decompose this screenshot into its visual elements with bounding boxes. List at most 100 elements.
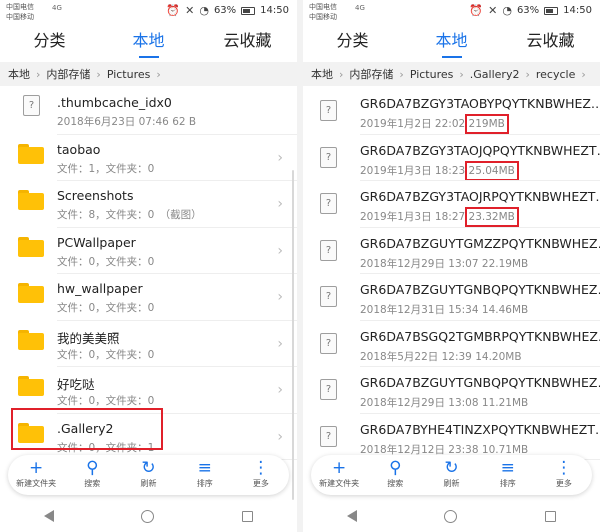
folder-icon	[18, 190, 44, 210]
file-row[interactable]: ? GR6DA7BYHE4TINZXPQYTKNBWHEZT… 2018年12月12…	[303, 414, 600, 460]
network-indicator: 4G	[52, 4, 62, 12]
sort-button[interactable]: ≡ 排序	[177, 455, 233, 495]
refresh-button[interactable]: ↻ 刷新	[120, 455, 176, 495]
battery-percent: 63%	[516, 5, 540, 16]
item-date: 2019年1月3日 18:27	[360, 211, 469, 223]
tab-local[interactable]: 本地	[402, 24, 501, 58]
tab-cloud[interactable]: 云收藏	[501, 24, 600, 58]
breadcrumb-item[interactable]: .Gallery2	[470, 68, 520, 81]
more-button[interactable]: ⋮ 更多	[536, 455, 592, 495]
item-size-highlighted: 219MB	[464, 114, 509, 134]
folder-row[interactable]: 好吃哒 文件：0，文件夹：0 ›	[0, 367, 297, 414]
item-meta: 2018年5月22日 12:39 14.20MB	[360, 349, 522, 364]
sort-icon: ≡	[500, 458, 515, 478]
tab-cloud[interactable]: 云收藏	[198, 24, 297, 58]
file-row[interactable]: ? GR6DA7BZGUYTGMZZPQYTKNBWHEZ… 2018年12月29日…	[303, 228, 600, 274]
file-row[interactable]: ? .thumbcache_idx0 2018年6月23日 07:46 62 B	[0, 88, 297, 135]
alarm-icon: ⏰	[469, 4, 484, 17]
file-row[interactable]: ? GR6DA7BZGY3TAOJRPQYTKNBWHEZT… 2019年1月3日 …	[303, 181, 600, 228]
item-size: 11.21MB	[481, 397, 529, 409]
tab-category[interactable]: 分类	[303, 24, 402, 58]
breadcrumb-item[interactable]: Pictures	[410, 68, 454, 81]
carrier-1: 中国电信	[309, 3, 337, 11]
chevron-right-icon: ›	[277, 428, 283, 445]
item-name: GR6DA7BSGQ2TGMBRPQYTKNBWHEZ…	[360, 328, 600, 344]
item-meta: 2018年6月23日 07:46 62 B	[57, 116, 197, 128]
carrier-2: 中国移动	[6, 13, 34, 21]
more-button[interactable]: ⋮ 更多	[233, 455, 289, 495]
item-date: 2018年12月29日 13:08	[360, 397, 482, 409]
file-row[interactable]: ? GR6DA7BZGY3TAOBYPQYTKNBWHEZ… 2019年1月2日 2…	[303, 88, 600, 135]
breadcrumb-item[interactable]: Pictures	[107, 68, 151, 81]
file-row[interactable]: ? GR6DA7BZGUYTGNBQPQYTKNBWHEZ… 2018年12月29日…	[303, 367, 600, 414]
item-meta: 文件：0，文件夹：0	[57, 255, 155, 268]
refresh-button[interactable]: ↻ 刷新	[423, 455, 479, 495]
tab-category[interactable]: 分类	[0, 24, 99, 58]
folder-row[interactable]: PCWallpaper 文件：0，文件夹：0 ›	[0, 228, 297, 274]
breadcrumb-item[interactable]: 本地	[8, 66, 30, 82]
chevron-right-icon: ›	[399, 67, 404, 81]
breadcrumb-item[interactable]: 内部存储	[46, 66, 90, 82]
folder-body	[18, 332, 44, 350]
folder-body	[18, 146, 44, 164]
item-size-highlighted: 25.04MB	[464, 160, 519, 181]
folder-row[interactable]: Screenshots 文件：8，文件夹：0 （截图） ›	[0, 181, 297, 228]
item-name: PCWallpaper	[57, 234, 136, 250]
folder-row[interactable]: 我的美美照 文件：0，文件夹：0 ›	[0, 321, 297, 367]
toolbar-label: 刷新	[140, 479, 157, 488]
file-list: ? .thumbcache_idx0 2018年6月23日 07:46 62 B ta…	[0, 88, 297, 460]
plus-icon: +	[28, 458, 44, 478]
plus-button[interactable]: + 新建文件夹	[8, 455, 64, 495]
folder-body	[18, 379, 44, 396]
back-icon[interactable]	[346, 510, 357, 522]
chevron-right-icon: ›	[277, 289, 283, 305]
carrier-label: 中国电信 中国移动	[6, 2, 34, 22]
file-icon: ?	[320, 100, 337, 121]
silent-icon: ✕	[185, 4, 195, 17]
item-meta: 文件：0，文件夹：0	[57, 395, 155, 407]
toolbar-label: 更多	[555, 479, 572, 488]
file-row[interactable]: ? GR6DA7BZGY3TAOJQPQYTKNBWHEZT… 2019年1月3日 …	[303, 135, 600, 181]
recent-apps-icon[interactable]	[545, 510, 557, 522]
tab-local[interactable]: 本地	[99, 24, 198, 58]
breadcrumb-item[interactable]: 内部存储	[349, 66, 393, 82]
chevron-right-icon: ›	[96, 67, 101, 81]
search-button[interactable]: ⚲ 搜索	[367, 455, 423, 495]
item-name: GR6DA7BZGY3TAOBYPQYTKNBWHEZ…	[360, 96, 600, 111]
question-mark-glyph: ?	[28, 100, 35, 111]
search-icon: ⚲	[389, 458, 402, 478]
file-row[interactable]: ? GR6DA7BZGUYTGNBQPQYTKNBWHEZ… 2018年12月31日…	[303, 274, 600, 321]
plus-button[interactable]: + 新建文件夹	[311, 455, 367, 495]
scrollbar[interactable]	[292, 170, 294, 500]
item-meta: 文件：1，文件夹：0	[57, 162, 155, 175]
file-icon: ?	[23, 95, 40, 116]
question-mark-glyph: ?	[325, 291, 332, 302]
home-icon[interactable]	[444, 509, 458, 523]
more-icon: ⋮	[555, 458, 573, 478]
folder-row[interactable]: hw_wallpaper 文件：0，文件夹：0 ›	[0, 274, 297, 321]
folder-row[interactable]: taobao 文件：1，文件夹：0 ›	[0, 135, 297, 181]
breadcrumb: 本地 › 内部存储 › Pictures › .Gallery2 › recycle ›	[303, 62, 600, 86]
item-name: hw_wallpaper	[57, 281, 143, 296]
folder-body	[18, 193, 44, 210]
carrier-label: 中国电信 中国移动	[309, 2, 337, 22]
more-icon: ⋮	[252, 458, 270, 478]
home-icon[interactable]	[141, 509, 155, 523]
recent-apps-icon[interactable]	[242, 510, 254, 522]
battery-icon	[241, 6, 256, 15]
refresh-icon: ↻	[141, 458, 156, 478]
bottom-toolbar: + 新建文件夹 ⚲ 搜索 ↻ 刷新 ≡ 排序 ⋮ 更多	[311, 455, 592, 495]
chevron-right-icon: ›	[339, 67, 344, 81]
question-mark-glyph: ?	[325, 337, 332, 349]
back-icon[interactable]	[43, 510, 54, 522]
right-screen: 中国电信 中国移动 4G ⏰ ✕ ◔ 63% 14:50 分类 本地 云收藏 本…	[303, 0, 600, 532]
item-size: 22.19MB	[481, 257, 529, 270]
breadcrumb-item[interactable]: 本地	[311, 66, 333, 82]
sort-button[interactable]: ≡ 排序	[480, 455, 536, 495]
item-meta: 文件：0，文件夹：0	[57, 302, 155, 314]
file-row[interactable]: ? GR6DA7BSGQ2TGMBRPQYTKNBWHEZ… 2018年5月22日 …	[303, 321, 600, 367]
status-right: ⏰ ✕ ◔ 63% 14:50	[469, 4, 592, 17]
search-button[interactable]: ⚲ 搜索	[64, 455, 120, 495]
breadcrumb-item[interactable]: recycle	[536, 68, 575, 81]
bottom-toolbar: + 新建文件夹 ⚲ 搜索 ↻ 刷新 ≡ 排序 ⋮ 更多	[8, 455, 289, 495]
